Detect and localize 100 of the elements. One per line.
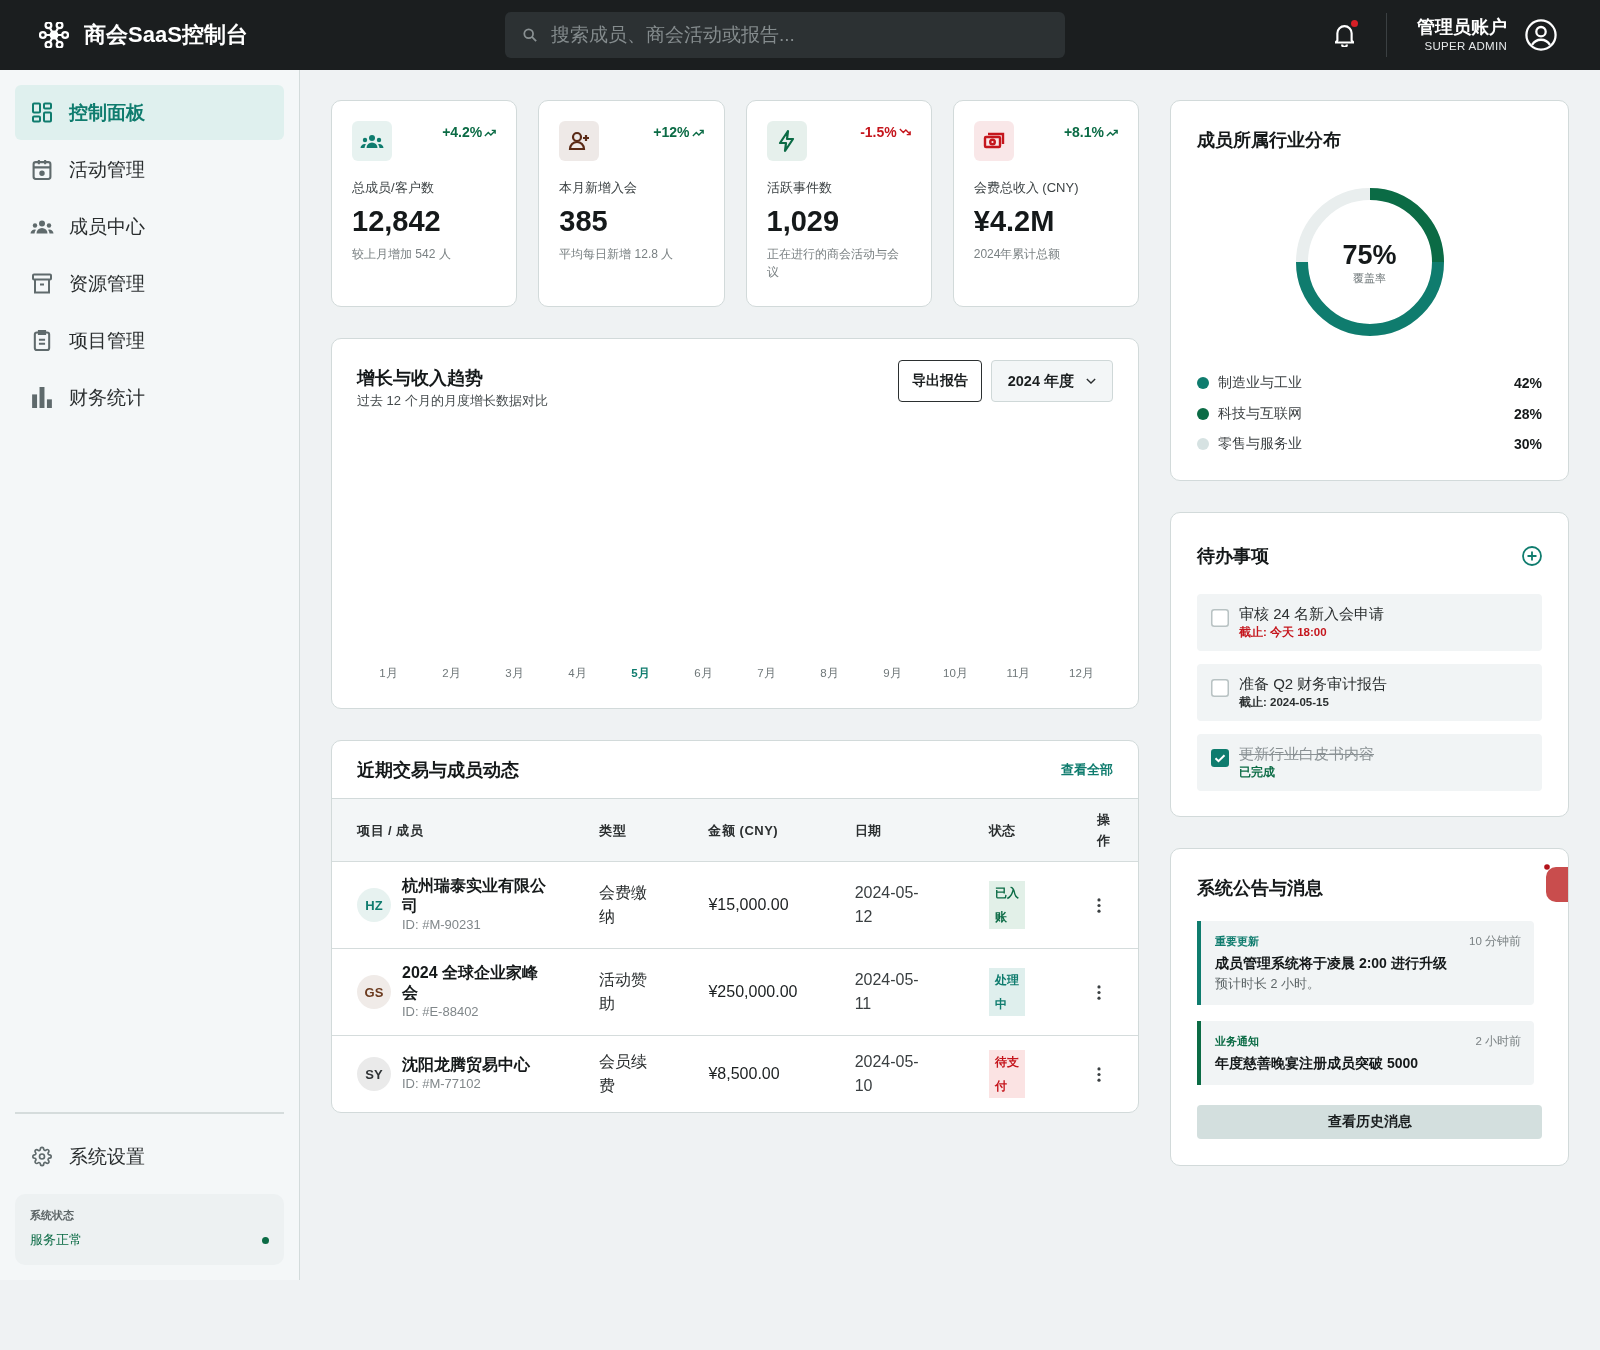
nav-item[interactable]: 财务统计 [15,370,284,425]
announcement-title: 年度慈善晚宴注册成员突破 5000 [1215,1053,1420,1073]
month-label: 8月 [820,666,839,681]
card-title: 增长与收入趋势 [357,367,484,389]
settings-item[interactable]: 系统设置 [15,1129,284,1184]
announcement-time: 2 小时前 [1475,1033,1521,1049]
announcement-detail: 预计时长 2 小时。 [1215,975,1321,993]
bar-chart-icon [32,387,52,408]
trend-up-icon [1106,127,1118,137]
member-name: 杭州瑞泰实业有限公司 [402,876,547,916]
app-title: 商会SaaS控制台 [84,21,248,49]
month-label: 3月 [505,666,524,681]
plus-circle-icon [1522,545,1542,566]
task-title: 准备 Q2 财务审计报告 [1239,673,1388,694]
stat-label: 活跃事件数 [766,179,832,197]
stat-note: 平均每日新增 12.8 人 [559,246,674,263]
task-deadline: 已完成 [1239,764,1276,780]
stat-label: 会费总收入 (CNY) [973,179,1079,197]
stat-value: ¥4.2M [973,204,1055,239]
column-header: 状态 [988,822,1016,838]
archive-box-icon [32,273,52,294]
card-title: 待办事项 [1197,544,1269,567]
member-id: ID: #M-90231 [402,916,482,934]
card-subtitle: 过去 12 个月的月度增长数据对比 [357,392,548,410]
month-label: 12月 [1069,666,1094,681]
account-role: SUPER ADMIN [1424,39,1507,54]
column-header: 操作 [1096,811,1110,850]
change-value: -1.5% [860,124,897,140]
trend-up-icon [484,127,497,137]
stat-label: 本月新增入会 [559,179,638,197]
checkbox[interactable] [1211,679,1229,697]
announcement-tag: 重要更新 [1215,932,1259,949]
stat-note: 正在进行的商会活动与会议 [766,246,900,281]
column-header: 日期 [854,822,882,838]
settings-icon [32,1146,52,1167]
column-header: 金额 (CNY) [708,822,779,838]
member-name: 2024 全球企业家峰会 [402,963,540,1003]
stat-note: 较上月增加 542 人 [352,246,451,263]
task-title: 更新行业白皮书内容 [1239,743,1374,764]
status-badge: 已入账 [988,881,1025,929]
legend-value: 28% [1513,405,1542,422]
export-button[interactable]: 导出报告 [897,360,982,402]
type-text: 活动赞助 [599,970,649,1014]
stat-label: 总成员/客户数 [352,179,434,197]
checkbox[interactable] [1211,609,1229,627]
month-label: 2月 [442,666,461,681]
nav-item[interactable]: 项目管理 [15,313,284,368]
clipboard-icon [32,330,52,351]
column-header: 类型 [599,822,627,838]
date-text: 2024-05-11 [854,970,920,1014]
dashboard-icon [32,102,52,123]
nav-item[interactable]: 活动管理 [15,142,284,197]
user-avatar-icon[interactable] [1525,19,1557,51]
search-field[interactable]: 搜索成员、商会活动或报告... [505,12,1065,58]
change-value: +12% [653,124,690,140]
nav-item[interactable]: 成员中心 [15,199,284,254]
history-button[interactable]: 查看历史消息 [1197,1104,1542,1139]
month-label: 6月 [694,666,713,681]
stat-value: 1,029 [766,204,840,239]
people-icon [30,219,54,234]
people-icon [352,121,392,161]
status-label: 系统状态 [30,1208,75,1223]
member-id: ID: #M-77102 [402,1075,482,1093]
floating-tab-icon [1544,863,1568,902]
task-title: 审核 24 名新入会申请 [1239,603,1385,624]
member-id: ID: #E-88402 [402,1003,480,1021]
user-plus-icon [559,121,600,161]
date-text: 2024-05-12 [854,883,920,927]
date-text: 2024-05-10 [854,1052,920,1096]
nav-item[interactable]: 控制面板 [15,85,284,140]
type-text: 会费缴纳 [599,883,649,927]
status-badge: 待支付 [988,1050,1025,1098]
network-logo-icon [39,22,69,48]
month-label: 10月 [943,666,968,681]
month-label: 7月 [757,666,776,681]
card-title: 系统公告与消息 [1197,876,1324,899]
type-text: 会员续费 [599,1052,649,1096]
more-vertical-icon [1096,984,1101,1000]
status-badge: 处理中 [988,968,1025,1016]
add-task-button[interactable] [1522,545,1542,566]
change-value: +8.1% [1063,124,1104,140]
more-vertical-icon [1096,1066,1101,1082]
stat-value: 385 [559,204,608,239]
change-value: +4.2% [442,124,483,140]
legend-label: 科技与互联网 [1218,404,1302,423]
view-all-link[interactable]: 查看全部 [1061,760,1113,779]
legend-label: 制造业与工业 [1218,374,1302,393]
nav-item[interactable]: 资源管理 [15,256,284,311]
banknote-icon [973,121,1014,161]
task-deadline: 截止: 2024-05-15 [1239,694,1330,710]
more-vertical-icon [1096,897,1101,913]
announcement-title: 成员管理系统将于凌晨 2:00 进行升级 [1215,953,1448,973]
year-select[interactable]: 2024 年度 [990,360,1113,402]
announcement-time: 10 分钟前 [1469,933,1521,949]
legend-label: 零售与服务业 [1218,435,1302,454]
task-deadline: 截止: 今天 18:00 [1239,624,1328,640]
checkbox[interactable] [1211,749,1229,767]
bell-icon [1335,23,1354,47]
avatar: SY [357,1057,391,1091]
caret-icon [1086,378,1096,384]
